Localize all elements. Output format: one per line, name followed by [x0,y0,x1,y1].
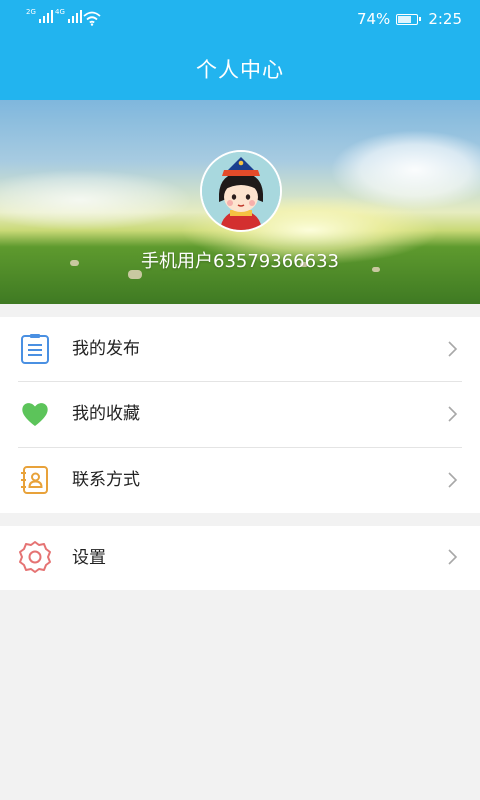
contact-book-icon [21,466,48,494]
heart-icon [22,403,48,426]
gear-icon [19,541,51,573]
page-title: 个人中心 [0,40,480,100]
status-bar: 2G 4G 74% 2:25 [0,0,480,40]
battery-icon [396,13,422,25]
signal-icon-4g: 4G [55,8,82,23]
settings-card: 设置 [0,526,480,590]
network-type-label: 2G [26,8,36,16]
menu-item-label: 设置 [72,548,106,568]
chevron-right-icon [448,472,458,488]
menu-item-label: 我的发布 [72,339,140,359]
menu-item-label: 我的收藏 [72,404,140,424]
menu-list: 我的发布 我的收藏 联系方式 [0,317,480,513]
avatar[interactable] [200,150,282,232]
clipboard-list-icon [21,334,49,364]
chevron-right-icon [448,549,458,565]
username: 手机用户63579366633 [141,251,339,272]
menu-item-my-posts[interactable]: 我的发布 [0,317,480,382]
menu-item-label: 联系方式 [72,470,140,490]
battery-percent: 74% [356,10,391,28]
menu-item-contact-info[interactable]: 联系方式 [0,448,480,513]
network-type-label: 4G [55,8,65,16]
wifi-icon [83,11,101,26]
signal-icon-2g: 2G [26,8,53,23]
avatar-image [202,152,280,230]
menu-item-settings[interactable]: 设置 [0,526,480,590]
chevron-right-icon [448,406,458,422]
menu-item-my-favorites[interactable]: 我的收藏 [0,382,480,447]
chevron-right-icon [448,341,458,357]
clock: 2:25 [428,10,462,28]
